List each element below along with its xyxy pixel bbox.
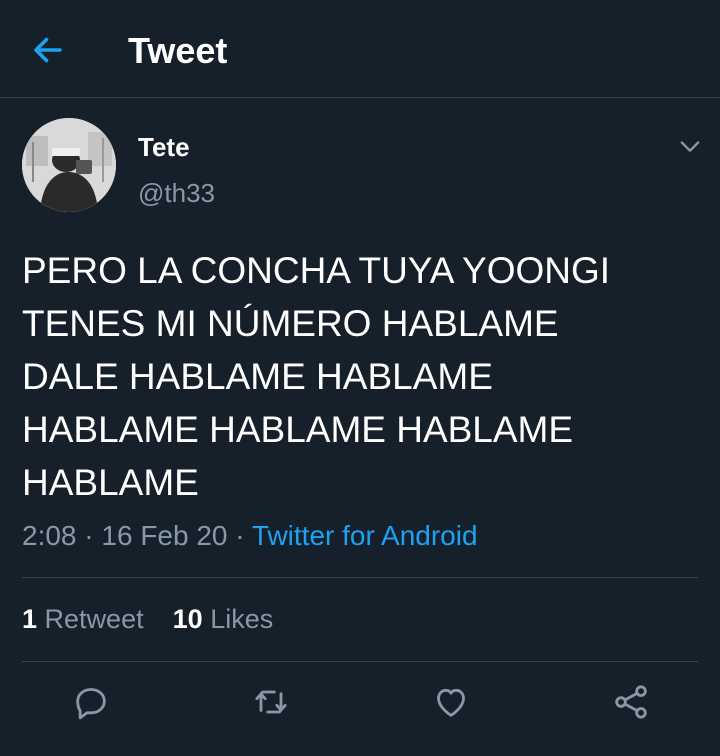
retweets-count: 1	[22, 604, 38, 634]
share-icon[interactable]	[611, 682, 651, 722]
reply-icon[interactable]	[71, 682, 111, 722]
avatar[interactable]	[22, 118, 116, 212]
avatar-image	[22, 118, 116, 212]
tweet-text: PERO LA CONCHA TUYA YOONGI TENES MI NÚME…	[22, 244, 702, 509]
tweet-time: 2:08	[22, 520, 77, 551]
likes-count: 10	[172, 604, 203, 634]
page-title: Tweet	[128, 30, 228, 71]
tweet-text-line: HABLAME HABLAME HABLAME	[22, 409, 574, 450]
chevron-down-icon[interactable]	[676, 132, 704, 160]
tweet-text-line: DALE HABLAME HABLAME	[22, 356, 493, 397]
tweet-date: 16 Feb 20	[101, 520, 228, 551]
tweet-text-line: HABLAME	[22, 462, 199, 503]
retweets-stat[interactable]: 1 Retweet	[22, 604, 151, 634]
tweet-metadata: 2:08 · 16 Feb 20 · Twitter for Android	[22, 520, 478, 552]
heart-icon[interactable]	[431, 682, 471, 722]
tweet-text-line: PERO LA CONCHA TUYA YOONGI	[22, 250, 611, 291]
meta-separator: ·	[235, 520, 245, 551]
divider	[22, 661, 698, 662]
display-name[interactable]: Tete	[138, 132, 190, 163]
retweets-label: Retweet	[44, 604, 144, 634]
likes-stat[interactable]: 10 Likes	[173, 604, 274, 634]
meta-separator: ·	[84, 520, 94, 551]
likes-label: Likes	[210, 604, 274, 634]
engagement-stats: 1 Retweet 10 Likes	[22, 604, 273, 635]
arrow-left-icon[interactable]	[30, 32, 66, 68]
tweet-text-line: TENES MI NÚMERO HABLAME	[22, 303, 559, 344]
tweet-source-link[interactable]: Twitter for Android	[252, 520, 478, 551]
retweet-icon[interactable]	[251, 682, 291, 722]
divider	[22, 577, 698, 578]
top-bar: Tweet	[0, 0, 720, 98]
user-handle[interactable]: @th33	[138, 178, 215, 209]
